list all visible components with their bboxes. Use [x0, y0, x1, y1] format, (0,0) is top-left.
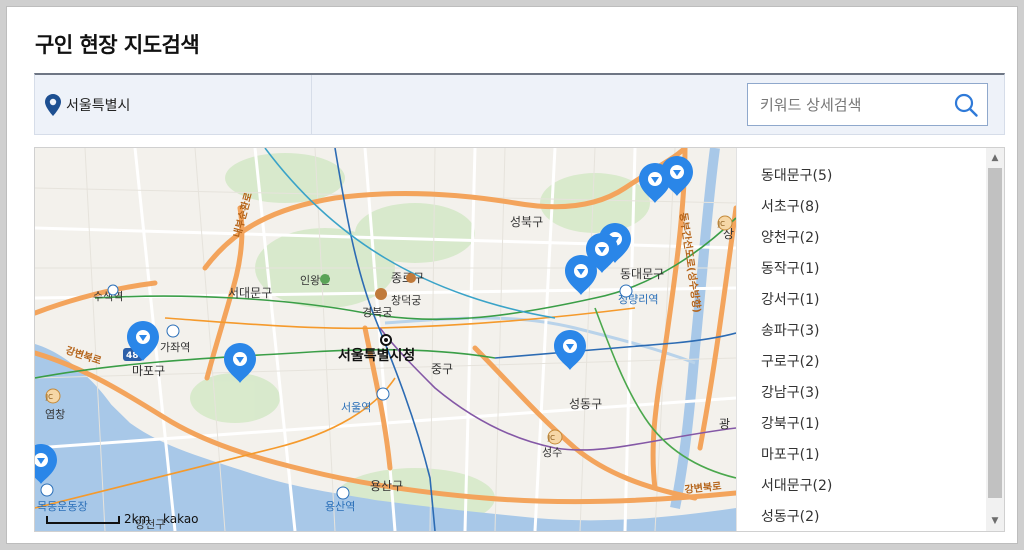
- station-icon: [376, 387, 390, 401]
- page-frame: 구인 현장 지도검색 서울특별시 키워드 상세검색 성북구 동대문구 청량리역 …: [6, 6, 1018, 544]
- district-list-item[interactable]: 동작구(1): [761, 259, 986, 290]
- district-list-scrollbar[interactable]: ▲ ▼: [986, 148, 1004, 531]
- district-list-item[interactable]: 동대문구(5): [761, 166, 986, 197]
- scroll-thumb[interactable]: [988, 168, 1002, 498]
- district-list-item[interactable]: 강남구(3): [761, 383, 986, 414]
- region-label: 서울특별시: [66, 98, 131, 114]
- district-list-item[interactable]: 서대문구(2): [761, 476, 986, 507]
- keyword-search-box: [747, 83, 988, 126]
- map-label-mokdong: 목동운동장: [37, 500, 88, 513]
- map-label-mapo: 마포구: [132, 364, 165, 378]
- jc-badge: JC: [547, 429, 563, 445]
- scroll-down-arrow-icon[interactable]: ▼: [986, 513, 1004, 529]
- station-icon: [166, 324, 180, 338]
- map-label-seodaemun: 서대문구: [228, 286, 272, 300]
- jc-badge: JC: [717, 215, 733, 231]
- svg-text:JC: JC: [45, 393, 53, 401]
- svg-text:JC: JC: [547, 434, 555, 442]
- map-label-seongbuk: 성북구: [510, 215, 543, 229]
- palace-icon: [406, 273, 416, 283]
- district-list-item[interactable]: 마포구(1): [761, 445, 986, 476]
- magnifier-icon[interactable]: [953, 92, 979, 118]
- station-icon: [40, 483, 54, 497]
- location-pin-icon: [45, 94, 61, 116]
- palace-icon: [375, 288, 387, 300]
- map-label-cityhall: 서울특별시청: [338, 347, 415, 364]
- district-list-item[interactable]: 구로구(2): [761, 352, 986, 383]
- district-list-item[interactable]: 강서구(1): [761, 290, 986, 321]
- map-label-junggu: 중구: [431, 362, 453, 376]
- map-results-panel: 성북구 동대문구 청량리역 인왕산 종로구 창덕궁 경복궁 서대문구 수색역 가…: [34, 147, 1005, 532]
- mountain-icon: [320, 274, 330, 284]
- map-label-gajwa: 가좌역: [160, 341, 190, 354]
- region-selector[interactable]: 서울특별시: [35, 75, 312, 135]
- page-title: 구인 현장 지도검색: [35, 33, 200, 57]
- map-label-gwang: 광: [719, 417, 730, 431]
- kakao-attribution: kakao: [163, 512, 199, 526]
- scroll-up-arrow-icon[interactable]: ▲: [986, 150, 1004, 166]
- district-list-item[interactable]: 성동구(2): [761, 507, 986, 531]
- map-label-dongdaemun: 동대문구: [620, 267, 664, 281]
- station-icon: [336, 486, 350, 500]
- map-label-naebu-expressway: 내부순환로: [230, 191, 254, 239]
- map-label-gyeongbokgung: 경복궁: [362, 306, 392, 319]
- svg-text:JC: JC: [717, 220, 725, 228]
- map-label-changdeokgung: 창덕궁: [391, 294, 421, 307]
- map-label-yeomchang: 염창: [45, 408, 65, 421]
- map-label-seongsu: 성수: [542, 446, 562, 459]
- station-icon: [619, 284, 633, 298]
- job-site-marker[interactable]: [554, 330, 586, 370]
- district-list-item[interactable]: 송파구(3): [761, 321, 986, 352]
- district-list-item[interactable]: 서초구(8): [761, 197, 986, 228]
- map-label-seongdong: 성동구: [569, 397, 602, 411]
- job-site-map[interactable]: 성북구 동대문구 청량리역 인왕산 종로구 창덕궁 경복궁 서대문구 수색역 가…: [35, 148, 736, 531]
- district-list: 동대문구(5) 서초구(8) 양천구(2) 동작구(1) 강서구(1) 송파구(3) 구로구…: [736, 148, 986, 531]
- district-list-item[interactable]: 강북구(1): [761, 414, 986, 445]
- district-list-item[interactable]: 양천구(2): [761, 228, 986, 259]
- map-label-yongsanstation: 용산역: [325, 500, 355, 513]
- svg-text:2km: 2km: [124, 512, 150, 526]
- keyword-search-input[interactable]: [748, 84, 938, 125]
- map-label-yongsan: 용산구: [370, 479, 403, 493]
- search-bar: 서울특별시: [34, 73, 1005, 135]
- station-icon: [107, 284, 119, 296]
- map-label-seoulstation: 서울역: [341, 401, 371, 414]
